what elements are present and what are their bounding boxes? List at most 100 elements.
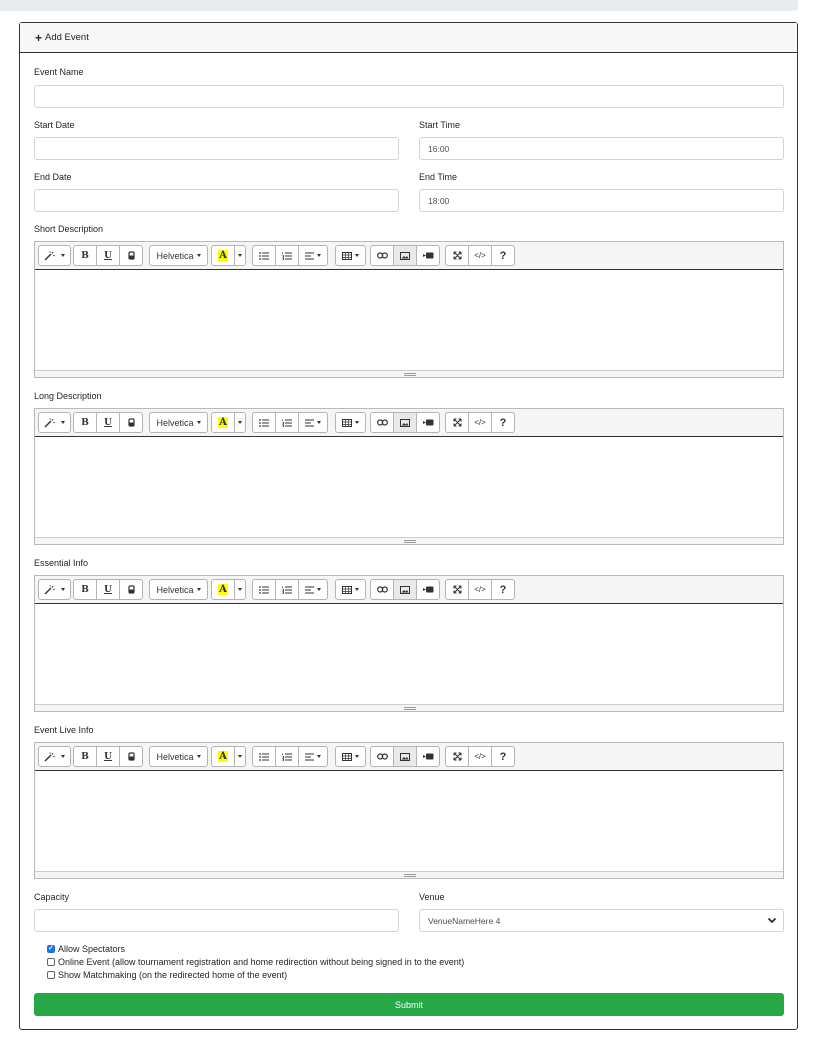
ul-icon[interactable] [252,579,276,600]
start-date-input[interactable] [34,137,399,160]
align-icon[interactable] [298,412,328,433]
table-icon[interactable] [335,412,366,433]
editor-resize-bar[interactable] [35,704,783,711]
event-name-input[interactable] [34,85,784,108]
fullscreen-icon[interactable] [445,245,469,266]
underline-button[interactable]: U [96,746,120,767]
editor-content-area[interactable] [35,437,783,537]
eraser-icon[interactable] [119,412,143,433]
submit-button[interactable]: Submit [34,993,784,1016]
font-family-dropdown[interactable]: Helvetica [149,412,208,433]
allow-spectators-checkbox[interactable] [47,944,55,953]
magic-icon[interactable] [38,412,71,433]
bold-button[interactable]: B [73,412,97,433]
eraser-icon[interactable] [119,746,143,767]
video-icon[interactable] [416,746,440,767]
card-header[interactable]: + Add Event [20,23,797,53]
event-live-info-editor: B U Helvetica A </> ? [34,742,784,879]
online-event-label: Online Event (allow tournament registrat… [58,956,465,967]
picture-icon[interactable] [393,579,417,600]
ul-icon[interactable] [252,245,276,266]
codeview-icon[interactable]: </> [468,579,492,600]
color-dropdown[interactable] [234,579,246,600]
help-icon[interactable]: ? [491,746,515,767]
magic-icon[interactable] [38,746,71,767]
link-icon[interactable] [370,579,394,600]
help-icon[interactable]: ? [491,412,515,433]
fullscreen-icon[interactable] [445,412,469,433]
underline-button[interactable]: U [96,579,120,600]
codeview-icon[interactable]: </> [468,746,492,767]
ol-icon[interactable] [275,746,299,767]
ol-icon[interactable] [275,412,299,433]
online-event-checkbox[interactable] [47,957,55,966]
video-icon[interactable] [416,579,440,600]
bold-button[interactable]: B [73,746,97,767]
ul-icon[interactable] [252,746,276,767]
color-icon[interactable]: A [211,412,235,433]
link-icon[interactable] [370,245,394,266]
font-family-dropdown[interactable]: Helvetica [149,579,208,600]
video-icon[interactable] [416,245,440,266]
end-time-input[interactable]: 18:00 [419,189,784,212]
resize-grip-icon[interactable] [404,874,416,877]
picture-icon[interactable] [393,245,417,266]
underline-button[interactable]: U [96,245,120,266]
fullscreen-icon[interactable] [445,579,469,600]
codeview-icon[interactable]: </> [468,412,492,433]
font-family-dropdown[interactable]: Helvetica [149,746,208,767]
table-icon[interactable] [335,746,366,767]
show-matchmaking-checkbox[interactable] [47,970,55,979]
show-matchmaking-option[interactable]: Show Matchmaking (on the redirected home… [47,968,464,981]
color-dropdown[interactable] [234,412,246,433]
editor-toolbar: B U Helvetica A </> ? [35,576,783,604]
underline-button[interactable]: U [96,412,120,433]
picture-icon[interactable] [393,412,417,433]
editor-resize-bar[interactable] [35,871,783,878]
align-icon[interactable] [298,746,328,767]
resize-grip-icon[interactable] [404,373,416,376]
table-icon[interactable] [335,579,366,600]
capacity-input[interactable] [34,909,399,932]
allow-spectators-option[interactable]: Allow Spectators [47,942,464,955]
ul-icon[interactable] [252,412,276,433]
color-dropdown[interactable] [234,245,246,266]
ol-icon[interactable] [275,579,299,600]
editor-resize-bar[interactable] [35,370,783,377]
online-event-option[interactable]: Online Event (allow tournament registrat… [47,955,464,968]
link-icon[interactable] [370,746,394,767]
color-dropdown[interactable] [234,746,246,767]
table-icon[interactable] [335,245,366,266]
plus-icon: + [35,30,43,45]
align-icon[interactable] [298,579,328,600]
resize-grip-icon[interactable] [404,707,416,710]
color-icon[interactable]: A [211,245,235,266]
font-family-dropdown[interactable]: Helvetica [149,245,208,266]
color-icon[interactable]: A [211,579,235,600]
editor-content-area[interactable] [35,771,783,871]
color-icon[interactable]: A [211,746,235,767]
magic-icon[interactable] [38,579,71,600]
end-date-input[interactable] [34,189,399,212]
video-icon[interactable] [416,412,440,433]
venue-select[interactable]: VenueNameHere 4 [419,909,784,932]
bold-button[interactable]: B [73,579,97,600]
bold-button[interactable]: B [73,245,97,266]
help-icon[interactable]: ? [491,579,515,600]
eraser-icon[interactable] [119,245,143,266]
resize-grip-icon[interactable] [404,540,416,543]
magic-icon[interactable] [38,245,71,266]
editor-content-area[interactable] [35,604,783,704]
start-time-input[interactable]: 16:00 [419,137,784,160]
ol-icon[interactable] [275,245,299,266]
align-icon[interactable] [298,245,328,266]
long-description-editor: B U Helvetica A </> ? [34,408,784,545]
picture-icon[interactable] [393,746,417,767]
help-icon[interactable]: ? [491,245,515,266]
codeview-icon[interactable]: </> [468,245,492,266]
editor-content-area[interactable] [35,270,783,370]
editor-resize-bar[interactable] [35,537,783,544]
link-icon[interactable] [370,412,394,433]
fullscreen-icon[interactable] [445,746,469,767]
eraser-icon[interactable] [119,579,143,600]
